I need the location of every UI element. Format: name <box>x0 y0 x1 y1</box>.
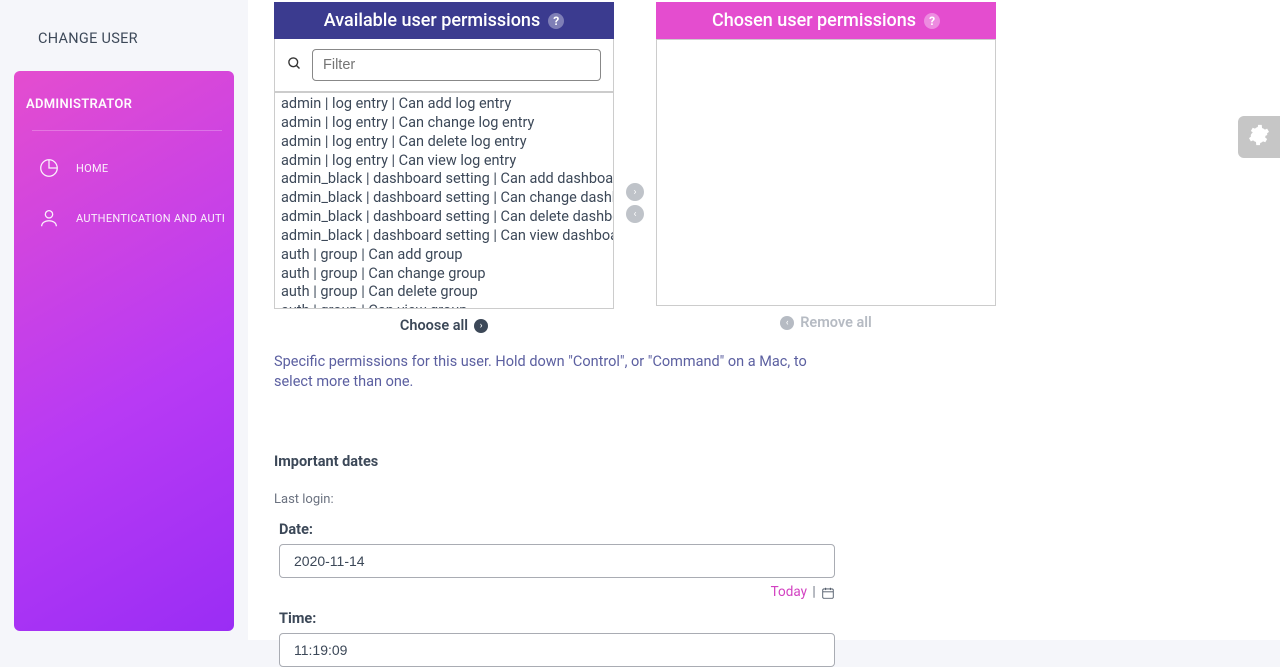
chosen-permissions-panel: Chosen user permissions ? ‹ Remove all <box>656 2 996 331</box>
important-dates-heading: Important dates <box>274 453 1254 470</box>
user-icon <box>38 207 60 229</box>
time-input[interactable] <box>279 633 835 667</box>
date-input[interactable] <box>279 544 835 578</box>
chosen-permissions-list[interactable] <box>656 39 996 306</box>
available-permissions-panel: Available user permissions ? admin | log… <box>274 2 614 334</box>
gear-icon <box>1248 124 1270 150</box>
last-login-label: Last login: <box>274 492 1254 507</box>
sidebar-item-label: HOME <box>76 162 108 175</box>
permissions-help-text: Specific permissions for this user. Hold… <box>274 352 834 391</box>
pie-chart-icon <box>38 157 60 179</box>
sidebar-item-home[interactable]: HOME <box>14 143 234 193</box>
chevron-right-icon: › <box>474 319 488 333</box>
filter-input[interactable] <box>312 49 601 81</box>
remove-all-link: ‹ Remove all <box>656 306 996 331</box>
permission-option[interactable]: admin_black | dashboard setting | Can ch… <box>281 189 607 208</box>
permission-option[interactable]: auth | group | Can change group <box>281 265 607 284</box>
settings-drawer-toggle[interactable] <box>1238 116 1280 158</box>
today-link[interactable]: Today <box>771 584 807 600</box>
chevron-left-icon: ‹ <box>780 316 794 330</box>
chosen-header-text: Chosen user permissions <box>712 10 916 31</box>
permission-option[interactable]: auth | group | Can delete group <box>281 283 607 302</box>
move-right-button[interactable]: › <box>626 183 644 201</box>
available-permissions-list[interactable]: admin | log entry | Can add log entryadm… <box>274 92 614 309</box>
sidebar-item-label: AUTHENTICATION AND AUTHORIZATION <box>76 212 224 225</box>
available-header: Available user permissions ? <box>274 2 614 39</box>
choose-all-label: Choose all <box>400 317 468 334</box>
permission-option[interactable]: admin | log entry | Can change log entry <box>281 114 607 133</box>
permission-option[interactable]: admin | log entry | Can delete log entry <box>281 133 607 152</box>
permission-option[interactable]: auth | group | Can add group <box>281 246 607 265</box>
permission-option[interactable]: admin | log entry | Can view log entry <box>281 152 607 171</box>
chosen-header: Chosen user permissions ? <box>656 2 996 39</box>
time-field-label: Time: <box>279 610 1254 627</box>
choose-all-link[interactable]: Choose all › <box>274 309 614 334</box>
permission-option[interactable]: auth | group | Can view group <box>281 302 607 309</box>
sidebar-item-auth[interactable]: AUTHENTICATION AND AUTHORIZATION <box>14 193 234 243</box>
permission-option[interactable]: admin_black | dashboard setting | Can vi… <box>281 227 607 246</box>
separator: | <box>812 584 815 600</box>
permission-option[interactable]: admin_black | dashboard setting | Can ad… <box>281 170 607 189</box>
search-icon <box>287 56 302 75</box>
permission-option[interactable]: admin_black | dashboard setting | Can de… <box>281 208 607 227</box>
remove-all-label: Remove all <box>800 314 872 331</box>
available-header-text: Available user permissions <box>324 10 540 31</box>
date-field-label: Date: <box>279 521 1254 538</box>
calendar-picker-button[interactable] <box>821 584 835 600</box>
help-icon[interactable]: ? <box>548 13 564 29</box>
move-left-button[interactable]: ‹ <box>626 205 644 223</box>
sidebar-heading: ADMINISTRATOR <box>14 91 234 130</box>
sidebar-divider <box>32 130 222 131</box>
permission-option[interactable]: admin | log entry | Can add log entry <box>281 95 607 114</box>
sidebar-nav: ADMINISTRATOR HOME AUTHENTICATION AND AU… <box>14 71 234 631</box>
page-title: CHANGE USER <box>14 10 234 71</box>
help-icon[interactable]: ? <box>924 13 940 29</box>
